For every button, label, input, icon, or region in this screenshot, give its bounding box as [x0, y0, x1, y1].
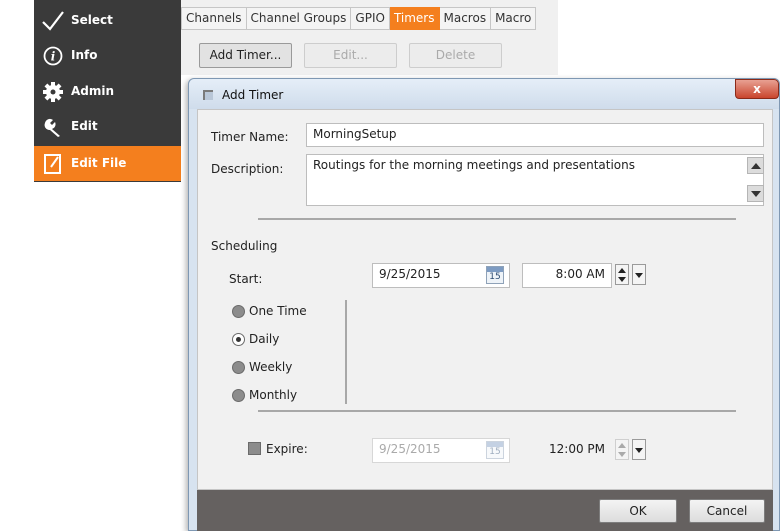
sidebar-item-info[interactable]: i Info [34, 38, 181, 73]
svg-text:i: i [51, 50, 56, 64]
checkmark-icon [40, 8, 66, 34]
sidebar-item-label: Admin [71, 84, 115, 98]
divider [258, 218, 736, 220]
info-icon: i [40, 43, 66, 69]
start-label: Start: [229, 272, 263, 286]
radio-icon [232, 304, 245, 318]
spin-up-icon [618, 443, 626, 448]
chevron-down-icon [750, 190, 761, 197]
add-timer-button[interactable]: Add Timer... [199, 43, 292, 68]
tab-channels[interactable]: Channels [181, 7, 247, 30]
tab-timers[interactable]: Timers [389, 7, 440, 30]
sidebar-item-label: Edit File [71, 156, 127, 170]
edit-file-icon [40, 151, 66, 177]
dialog-body: Timer Name: MorningSetup Description: Ro… [197, 109, 773, 490]
expire-time-spinner[interactable] [615, 439, 629, 460]
radio-label: Daily [249, 332, 280, 346]
sidebar-item-admin[interactable]: Admin [34, 74, 181, 109]
description-label: Description: [211, 162, 284, 176]
spin-down-icon [618, 277, 626, 282]
radio-icon [232, 360, 245, 374]
chevron-up-icon [750, 162, 761, 169]
dialog-titlebar[interactable]: Add Timer x [189, 79, 779, 109]
calendar-icon[interactable]: 15 [486, 441, 504, 459]
radio-one-time[interactable]: One Time [232, 304, 307, 318]
add-timer-dialog: Add Timer x Timer Name: MorningSetup Des… [188, 78, 780, 531]
start-time-dropdown[interactable] [632, 264, 646, 285]
radio-weekly[interactable]: Weekly [232, 360, 292, 374]
expire-time-input[interactable]: 12:00 PM [522, 438, 612, 463]
scroll-up-button[interactable] [747, 157, 764, 174]
wrench-icon [40, 114, 66, 140]
description-textarea[interactable]: Routings for the morning meetings and pr… [306, 154, 764, 206]
sidebar-nav: Select i Info Admin Edit Edit File [34, 0, 181, 182]
scheduling-label: Scheduling [211, 239, 278, 253]
ok-button[interactable]: OK [599, 499, 677, 523]
tab-macro[interactable]: Macro [491, 7, 537, 30]
radio-label: Weekly [249, 360, 293, 374]
spin-down-icon [618, 452, 626, 457]
spin-up-icon [618, 268, 626, 273]
app-icon [201, 88, 215, 102]
tab-macros[interactable]: Macros [439, 7, 492, 30]
sidebar-item-select[interactable]: Select [34, 3, 181, 38]
sidebar-item-label: Info [71, 48, 98, 62]
sidebar-item-edit-file[interactable]: Edit File [34, 146, 181, 181]
sidebar-item-label: Select [71, 13, 113, 27]
edit-button[interactable]: Edit... [304, 43, 397, 68]
radio-label: Monthly [249, 388, 298, 402]
tab-bar: Channels Channel Groups GPIO Timers Macr… [181, 7, 537, 30]
radio-checked-icon [232, 332, 245, 346]
start-time-input[interactable]: 8:00 AM [522, 263, 612, 288]
start-time-spinner[interactable] [615, 264, 629, 285]
close-icon: x [753, 82, 761, 96]
sidebar-item-label: Edit [71, 119, 98, 133]
cancel-button[interactable]: Cancel [689, 499, 765, 523]
expire-time-dropdown[interactable] [632, 439, 646, 460]
sidebar-item-edit[interactable]: Edit [34, 109, 181, 144]
close-button[interactable]: x [735, 79, 779, 99]
tab-gpio[interactable]: GPIO [351, 7, 390, 30]
radio-monthly[interactable]: Monthly [232, 388, 297, 402]
delete-button[interactable]: Delete [409, 43, 502, 68]
tab-channel-groups[interactable]: Channel Groups [246, 7, 352, 30]
vertical-divider [345, 300, 347, 404]
description-text: Routings for the morning meetings and pr… [313, 158, 636, 172]
timer-name-label: Timer Name: [211, 130, 289, 144]
scroll-down-button[interactable] [747, 185, 764, 202]
radio-icon [232, 388, 245, 402]
calendar-icon[interactable]: 15 [486, 266, 504, 284]
dialog-title: Add Timer [222, 88, 284, 102]
gear-icon [40, 79, 66, 105]
expire-checkbox[interactable] [248, 442, 261, 455]
dialog-footer: OK Cancel [197, 490, 773, 531]
radio-label: One Time [249, 304, 307, 318]
divider [258, 410, 736, 412]
radio-daily[interactable]: Daily [232, 332, 279, 346]
expire-label: Expire: [266, 442, 308, 456]
timer-name-input[interactable]: MorningSetup [306, 123, 764, 147]
